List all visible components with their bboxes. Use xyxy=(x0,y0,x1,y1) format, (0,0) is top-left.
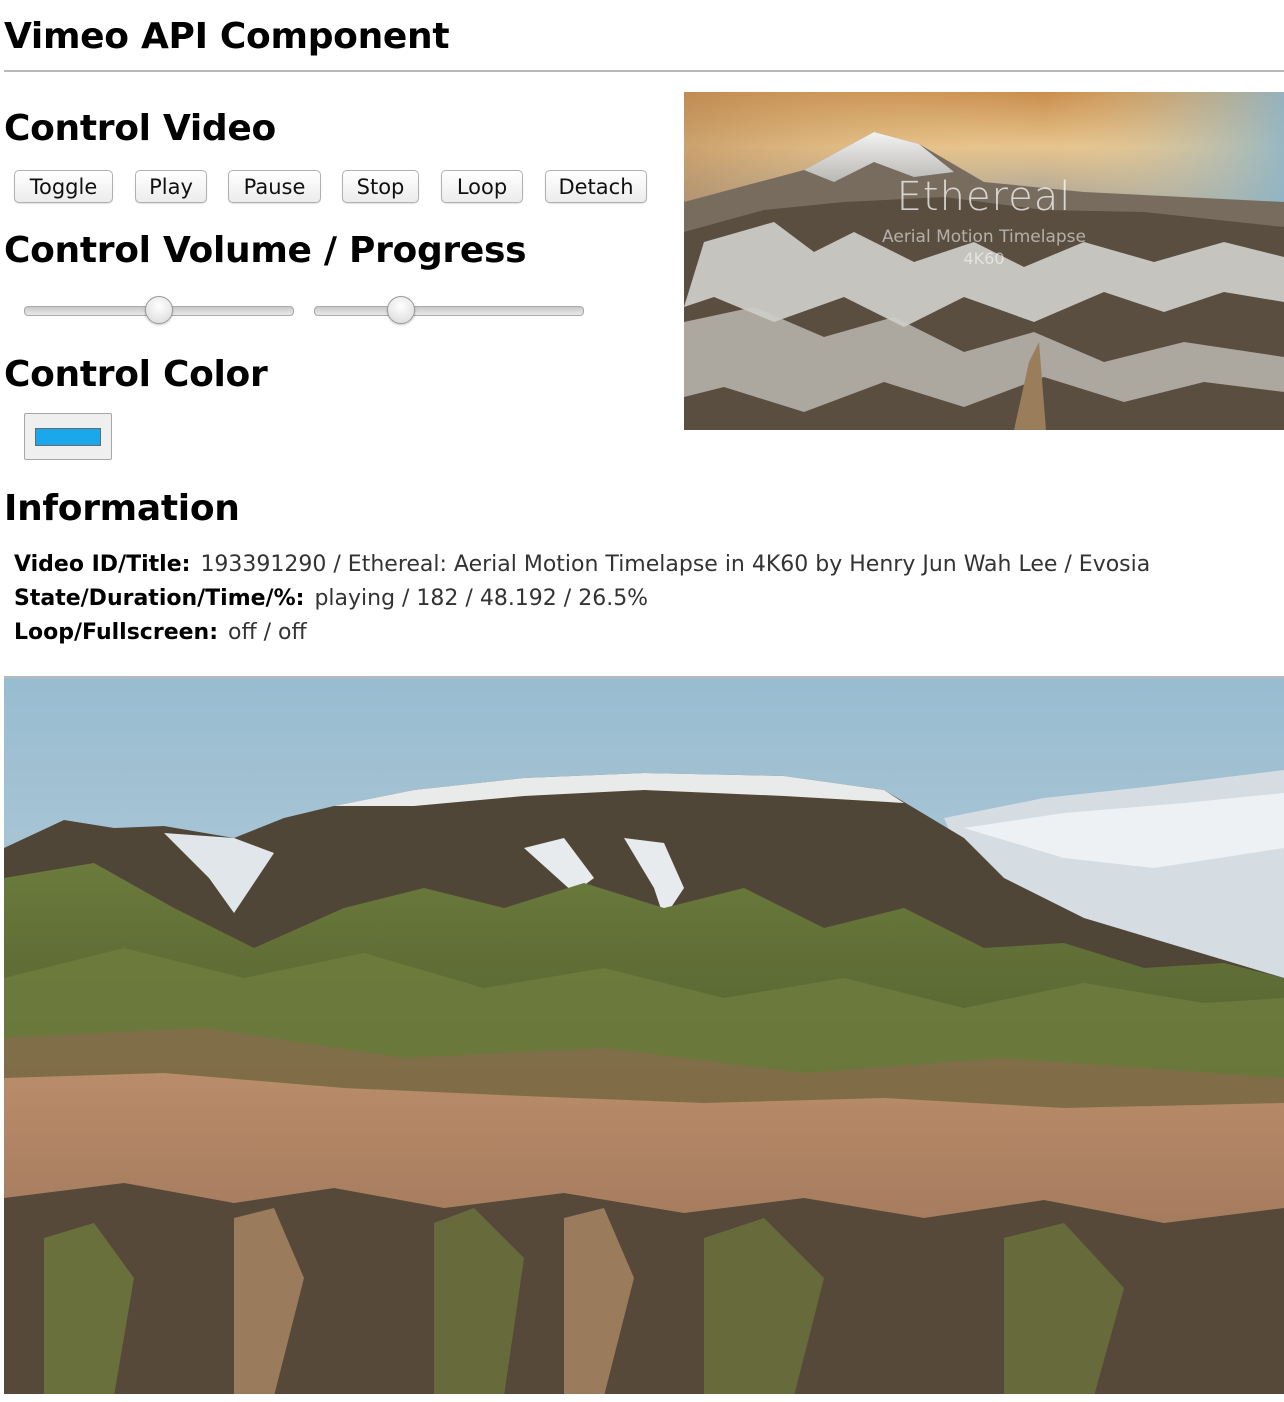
detach-button[interactable]: Detach xyxy=(545,170,647,203)
color-swatch[interactable] xyxy=(35,428,101,446)
info-value: 193391290 / Ethereal: Aerial Motion Time… xyxy=(200,552,1151,577)
mountain-landscape-image xyxy=(4,678,1284,1394)
info-row-video-title: Video ID/Title: 193391290 / Ethereal: Aer… xyxy=(14,548,1274,582)
play-button[interactable]: Play xyxy=(135,170,207,203)
toggle-button[interactable]: Toggle xyxy=(14,170,113,203)
control-video-heading: Control Video xyxy=(4,108,276,149)
video-thumbnail-player[interactable]: Ethereal Aerial Motion Timelapse 4K60 xyxy=(684,92,1284,430)
title-divider xyxy=(4,70,1284,72)
information-list: Video ID/Title: 193391290 / Ethereal: Aer… xyxy=(14,548,1274,650)
progress-slider[interactable] xyxy=(314,296,584,326)
volume-slider[interactable] xyxy=(24,296,294,326)
thumbnail-subtitle-text: Aerial Motion Timelapse xyxy=(882,227,1086,247)
thumbnail-title-text: Ethereal xyxy=(896,174,1072,220)
info-row-state: State/Duration/Time/%: playing / 182 / 48… xyxy=(14,582,1274,616)
info-value: off / off xyxy=(228,620,307,645)
page-title: Vimeo API Component xyxy=(4,16,450,57)
info-label: Loop/Fullscreen: xyxy=(14,620,218,645)
thumbnail-resolution-text: 4K60 xyxy=(963,249,1005,268)
volume-slider-thumb[interactable] xyxy=(145,296,173,324)
control-color-heading: Control Color xyxy=(4,354,268,395)
loop-button[interactable]: Loop xyxy=(441,170,523,203)
pause-button[interactable]: Pause xyxy=(228,170,321,203)
color-picker-input[interactable] xyxy=(24,413,112,460)
main-video-player[interactable] xyxy=(4,676,1284,1394)
info-row-loop-fullscreen: Loop/Fullscreen: off / off xyxy=(14,616,1274,650)
info-value: playing / 182 / 48.192 / 26.5% xyxy=(314,586,649,611)
progress-slider-thumb[interactable] xyxy=(387,296,415,324)
stop-button[interactable]: Stop xyxy=(342,170,419,203)
info-label: State/Duration/Time/%: xyxy=(14,586,305,611)
control-volume-progress-heading: Control Volume / Progress xyxy=(4,230,527,271)
information-heading: Information xyxy=(4,488,240,529)
info-label: Video ID/Title: xyxy=(14,552,191,577)
progress-slider-track[interactable] xyxy=(314,306,584,316)
